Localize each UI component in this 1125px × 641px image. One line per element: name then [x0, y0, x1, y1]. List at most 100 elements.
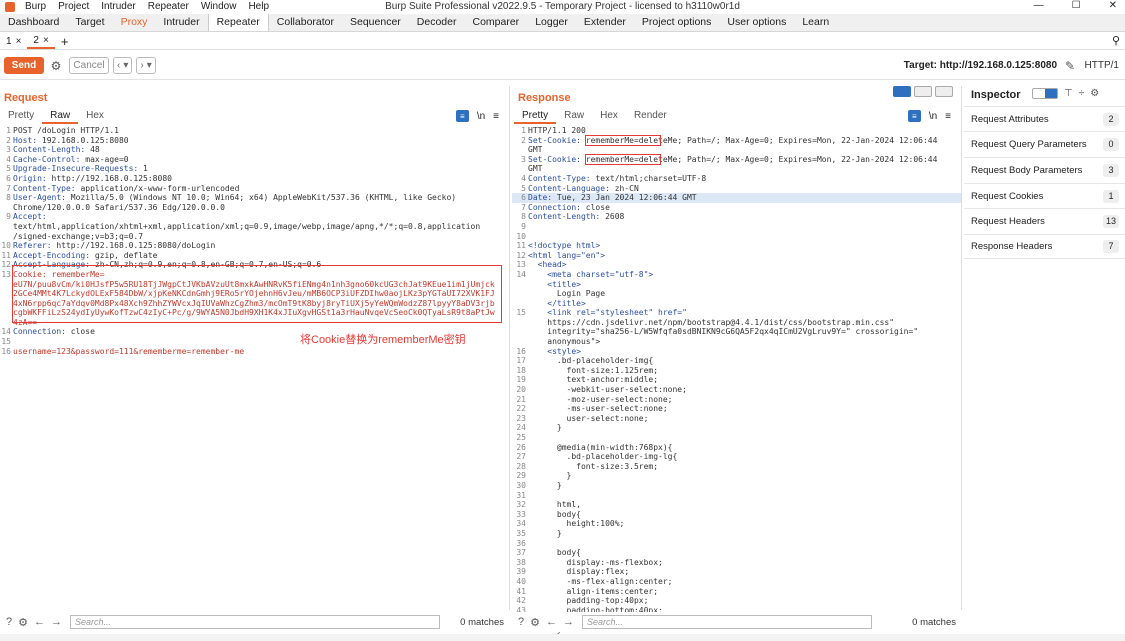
layout-tabs-icon[interactable] — [935, 86, 953, 97]
menu-icon[interactable]: ≡ — [945, 111, 951, 122]
edit-target-icon[interactable]: ✎ — [1065, 59, 1075, 73]
tab-pretty[interactable]: Pretty — [514, 108, 557, 124]
menu-burp[interactable]: Burp — [25, 1, 46, 12]
forward-button[interactable]: › ▾ — [136, 57, 156, 74]
tab-render[interactable]: Render — [626, 108, 675, 124]
code-line: 4 Cache-Control: max-age=0 — [0, 155, 509, 165]
tab-proxy[interactable]: Proxy — [113, 14, 156, 31]
wrap-lines-icon[interactable]: ≡ — [455, 110, 469, 122]
maximize-icon[interactable]: ☐ — [1072, 0, 1081, 11]
inspector-row-request-attributes[interactable]: Request Attributes 2 — [964, 106, 1125, 131]
line-text: Chrome/120.0.0.0 Safari/537.36 Edg/120.0… — [13, 203, 225, 213]
newline-icon[interactable]: \n — [477, 111, 485, 122]
tab-hex[interactable]: Hex — [78, 108, 112, 124]
align-top-icon[interactable]: ⊤ — [1064, 88, 1073, 99]
repeater-tab-2[interactable]: 2 × — [27, 33, 55, 49]
code-line: 42 padding-top:40px; — [512, 596, 961, 606]
inspector-layout-toggle[interactable] — [1032, 88, 1058, 99]
tab-comparer[interactable]: Comparer — [465, 14, 528, 31]
tab-extender[interactable]: Extender — [576, 14, 634, 31]
line-number — [512, 318, 528, 328]
close-tab-icon[interactable]: × — [43, 33, 49, 48]
wrap-lines-icon[interactable]: ≡ — [907, 110, 921, 122]
response-panel-icons: ≡ \n ≡ — [907, 110, 951, 122]
layout-toggles[interactable] — [893, 86, 953, 97]
gear-icon[interactable]: ⚙ — [49, 59, 63, 73]
send-button[interactable]: Send — [4, 57, 44, 74]
menu-window[interactable]: Window — [201, 1, 237, 12]
tab-decoder[interactable]: Decoder — [409, 14, 465, 31]
gear-icon[interactable]: ⚙ — [18, 616, 28, 629]
code-line: 7 Content-Type: application/x-www-form-ur… — [0, 184, 509, 194]
newline-icon[interactable]: \n — [929, 111, 937, 122]
back-button[interactable]: ‹ ▾ — [113, 57, 133, 74]
html-tag: <head> — [528, 260, 567, 270]
tab-intruder[interactable]: Intruder — [155, 14, 207, 31]
add-tab-icon[interactable]: + — [55, 34, 75, 49]
tab-hex[interactable]: Hex — [592, 108, 626, 124]
layout-split-icon[interactable] — [893, 86, 911, 97]
tab-raw[interactable]: Raw — [42, 108, 79, 124]
menu-repeater[interactable]: Repeater — [148, 1, 189, 12]
arrow-left-icon[interactable]: ← — [34, 616, 45, 628]
line-text: display:-ms-flexbox; — [528, 558, 663, 568]
inspector-row-request-query-parameters[interactable]: Request Query Parameters 0 — [964, 131, 1125, 156]
menu-project[interactable]: Project — [58, 1, 89, 12]
code-text: .bd-placeholder-img-lg{ — [528, 452, 678, 462]
search-input[interactable]: Search... — [582, 615, 872, 629]
menu-intruder[interactable]: Intruder — [101, 1, 135, 12]
help-icon[interactable]: ? — [518, 616, 524, 628]
tab-project-options[interactable]: Project options — [634, 14, 719, 31]
tab-pretty[interactable]: Pretty — [0, 108, 42, 124]
inspector-row-request-headers[interactable]: Request Headers 13 — [964, 208, 1125, 233]
line-text: Cache-Control: max-age=0 — [13, 155, 129, 165]
header-name: Date: — [528, 193, 553, 203]
repeater-tab-1[interactable]: 1 × — [0, 33, 27, 49]
inspector-row-request-cookies[interactable]: Request Cookies 1 — [964, 183, 1125, 208]
arrow-right-icon[interactable]: → — [563, 616, 574, 628]
tab-dashboard[interactable]: Dashboard — [0, 14, 67, 31]
gear-icon[interactable]: ⚙ — [1090, 88, 1099, 99]
line-number — [512, 327, 528, 337]
tab-raw[interactable]: Raw — [556, 108, 592, 124]
response-editor[interactable]: 1 HTTP/1.1 200 2 Set-Cookie: rememberMe=del… — [512, 126, 961, 634]
search-input[interactable]: Search... — [70, 615, 440, 629]
tab-learn[interactable]: Learn — [794, 14, 837, 31]
line-text: @media(min-width:768px){ — [528, 443, 673, 453]
collapse-icon[interactable]: ÷ — [1079, 88, 1085, 99]
code-text: display:-ms-flexbox; — [528, 557, 663, 567]
tab-user-options[interactable]: User options — [719, 14, 794, 31]
tab-target[interactable]: Target — [67, 14, 112, 31]
header-value: 2608 — [600, 212, 625, 222]
search-icon[interactable]: ⚲ — [1112, 34, 1120, 47]
layout-horizontal-icon[interactable] — [914, 86, 932, 97]
gear-icon[interactable]: ⚙ — [530, 616, 540, 629]
code-line: 33 body{ — [512, 510, 961, 520]
menu-icon[interactable]: ≡ — [493, 111, 499, 122]
line-number: 3 — [6, 145, 11, 155]
tab-sequencer[interactable]: Sequencer — [342, 14, 409, 31]
tab-repeater[interactable]: Repeater — [207, 14, 269, 31]
help-icon[interactable]: ? — [6, 616, 12, 628]
arrow-right-icon[interactable]: → — [51, 616, 62, 628]
line-text: Date: Tue, 23 Jan 2024 12:06:44 GMT — [528, 193, 697, 203]
tab-logger[interactable]: Logger — [527, 14, 576, 31]
arrow-left-icon[interactable]: ← — [546, 616, 557, 628]
close-tab-icon[interactable]: × — [16, 34, 22, 49]
close-icon[interactable]: ✕ — [1109, 0, 1117, 11]
header-name: Content-Type: — [528, 173, 591, 183]
menu-help[interactable]: Help — [248, 1, 269, 12]
inspector-row-request-body-parameters[interactable]: Request Body Parameters 3 — [964, 157, 1125, 182]
code-text: text-anchor:middle; — [528, 375, 659, 385]
minimize-icon[interactable]: — — [1034, 0, 1044, 11]
inspector-row-response-headers[interactable]: Response Headers 7 — [964, 234, 1125, 259]
line-number: 33 — [516, 509, 526, 519]
line-number: 1 — [6, 126, 11, 135]
code-line: 3 Content-Length: 48 — [0, 145, 509, 155]
line-number: 9 — [521, 221, 526, 231]
line-number: 26 — [516, 442, 526, 452]
line-text: </title> — [528, 299, 586, 309]
tab-collaborator[interactable]: Collaborator — [269, 14, 342, 31]
cancel-button[interactable]: Cancel — [69, 57, 109, 74]
http-version[interactable]: HTTP/1 — [1085, 60, 1119, 71]
